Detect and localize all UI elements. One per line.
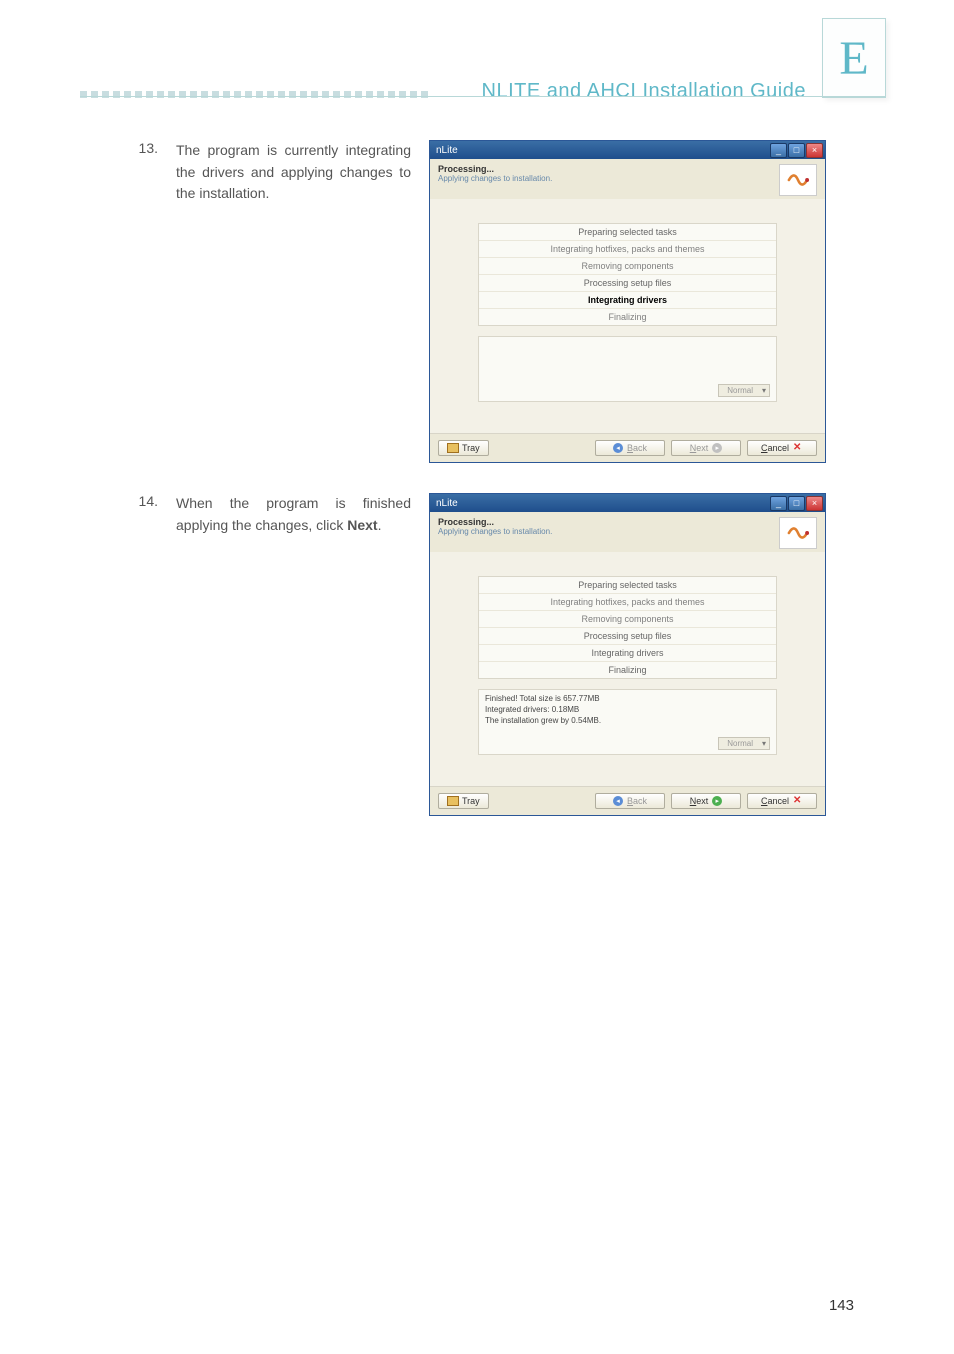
info-line: Integrated drivers: 0.18MB [485, 705, 770, 714]
task-row: Finalizing [479, 661, 776, 678]
task-row: Integrating drivers [479, 291, 776, 308]
next-button[interactable]: Next▸ [671, 793, 741, 809]
task-list: Preparing selected tasksIntegrating hotf… [478, 576, 777, 679]
btn-label: Back [627, 443, 647, 453]
appendix-tab: E [822, 18, 886, 98]
cancel-button[interactable]: Cancel ✕ [747, 793, 817, 809]
tray-icon [447, 796, 459, 806]
tray-label: Tray [462, 796, 480, 806]
minimize-icon[interactable]: _ [770, 143, 787, 158]
info-box: Normal [478, 336, 777, 402]
task-row: Preparing selected tasks [479, 224, 776, 240]
btn-label: Next [690, 443, 709, 453]
nlite-logo-icon [779, 517, 817, 549]
maximize-icon[interactable]: □ [788, 143, 805, 158]
task-row: Integrating hotfixes, packs and themes [479, 240, 776, 257]
window-footer: Tray ◂ Back Next▸ Cancel ✕ [430, 433, 825, 462]
tray-icon [447, 443, 459, 453]
nlite-logo-icon [779, 164, 817, 196]
document-page: E NLITE and AHCI Installation Guide 13. T… [0, 0, 954, 1354]
tray-button[interactable]: Tray [438, 793, 489, 809]
step-text: The program is currently integrating the… [176, 140, 411, 205]
task-row: Integrating hotfixes, packs and themes [479, 593, 776, 610]
tray-label: Tray [462, 443, 480, 453]
page-title: NLITE and AHCI Installation Guide [482, 80, 806, 103]
processing-subtitle: Applying changes to installation. [438, 527, 552, 536]
step-text: When the program is finished applying th… [176, 493, 411, 536]
btn-label: Back [627, 796, 647, 806]
tray-button[interactable]: Tray [438, 440, 489, 456]
processing-subtitle: Applying changes to installation. [438, 174, 552, 183]
nlite-window: nLite_□×Processing...Applying changes to… [429, 493, 826, 816]
next-button[interactable]: Next▸ [671, 440, 741, 456]
btn-label: Cancel [761, 796, 789, 806]
appendix-letter: E [839, 31, 868, 86]
processing-title: Processing... [438, 517, 552, 527]
header-rule [80, 96, 886, 97]
processing-title: Processing... [438, 164, 552, 174]
info-box: Finished! Total size is 657.77MB Integrat… [478, 689, 777, 755]
task-row: Removing components [479, 257, 776, 274]
info-line: The installation grew by 0.54MB. [485, 716, 770, 725]
processing-header: Processing...Applying changes to install… [430, 512, 825, 552]
step-number: 14. [130, 493, 158, 816]
next-arrow-icon: ▸ [712, 443, 722, 453]
cancel-x-icon: ✕ [793, 796, 803, 806]
step-number: 13. [130, 140, 158, 463]
window-title: nLite [436, 498, 458, 509]
task-list: Preparing selected tasksIntegrating hotf… [478, 223, 777, 326]
cancel-button[interactable]: Cancel ✕ [747, 440, 817, 456]
btn-label: Cancel [761, 443, 789, 453]
window-body: Preparing selected tasksIntegrating hotf… [430, 552, 825, 786]
titlebar: nLite _□× [430, 494, 825, 512]
maximize-icon[interactable]: □ [788, 496, 805, 511]
back-arrow-icon: ◂ [613, 443, 623, 453]
next-arrow-icon: ▸ [712, 796, 722, 806]
back-button[interactable]: ◂ Back [595, 440, 665, 456]
close-icon[interactable]: × [806, 143, 823, 158]
task-row: Finalizing [479, 308, 776, 325]
task-row: Processing setup files [479, 274, 776, 291]
window-footer: Tray ◂ Back Next▸ Cancel ✕ [430, 786, 825, 815]
back-arrow-icon: ◂ [613, 796, 623, 806]
task-row: Integrating drivers [479, 644, 776, 661]
step: 14. When the program is finished applying… [130, 493, 824, 816]
info-line: Finished! Total size is 657.77MB [485, 694, 770, 703]
step: 13. The program is currently integrating … [130, 140, 824, 463]
mode-dropdown[interactable]: Normal [718, 737, 770, 750]
cancel-x-icon: ✕ [793, 443, 803, 453]
btn-label: Next [690, 796, 709, 806]
task-row: Preparing selected tasks [479, 577, 776, 593]
window-body: Preparing selected tasksIntegrating hotf… [430, 199, 825, 433]
back-button[interactable]: ◂ Back [595, 793, 665, 809]
processing-header: Processing...Applying changes to install… [430, 159, 825, 199]
close-icon[interactable]: × [806, 496, 823, 511]
window-title: nLite [436, 145, 458, 156]
task-row: Processing setup files [479, 627, 776, 644]
titlebar: nLite _□× [430, 141, 825, 159]
mode-dropdown[interactable]: Normal [718, 384, 770, 397]
content-area: 13. The program is currently integrating … [130, 140, 824, 846]
nlite-window: nLite_□×Processing...Applying changes to… [429, 140, 826, 463]
page-number: 143 [829, 1297, 854, 1314]
minimize-icon[interactable]: _ [770, 496, 787, 511]
task-row: Removing components [479, 610, 776, 627]
